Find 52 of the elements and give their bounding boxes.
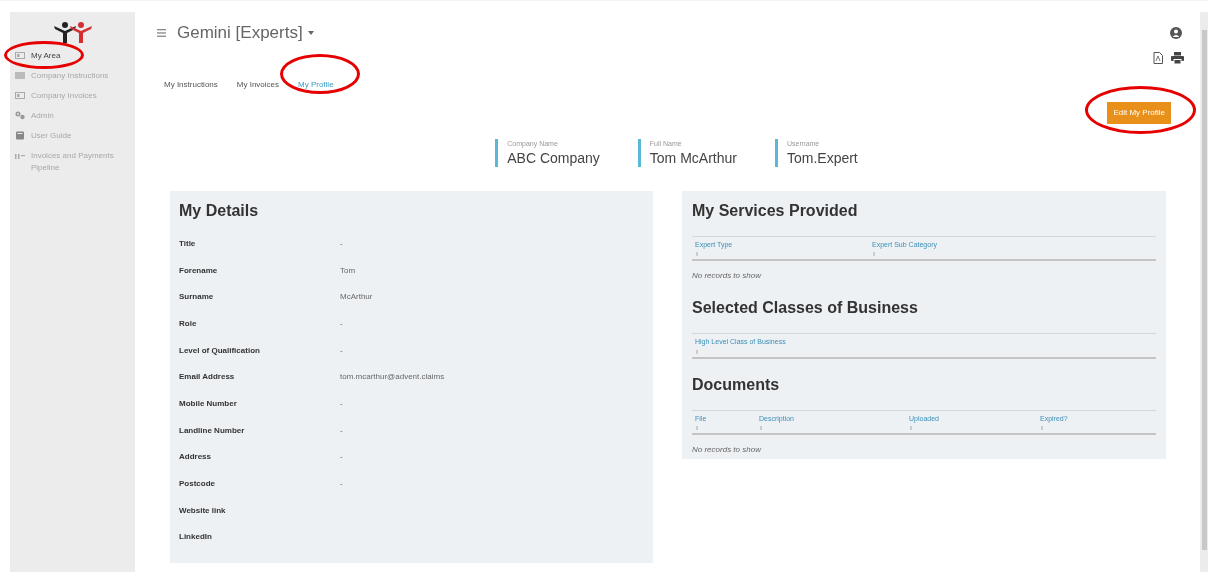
field-label: Level of Qualification [179, 344, 261, 357]
sidebar-item[interactable]: My Area [15, 50, 130, 62]
field-label: Address [179, 451, 212, 464]
field-value: - [340, 344, 343, 357]
field-value: - [340, 317, 343, 330]
field-value: - [340, 478, 343, 491]
field-value: ABC Company [507, 149, 600, 167]
sidebar-item[interactable]: Company Instructions [15, 70, 130, 82]
card-title: My Details [179, 200, 260, 221]
app-title[interactable]: Gemini [Experts] [177, 20, 303, 46]
field-value: McArthur [340, 291, 373, 304]
field-value: - [340, 451, 343, 464]
sidebar-item[interactable]: Admin [15, 110, 130, 122]
tab[interactable]: My Instructions [164, 80, 218, 89]
id-card-icon [15, 51, 25, 60]
field-label: Landline Number [179, 424, 246, 437]
logo-icon [52, 22, 93, 44]
field-label: Website link [179, 504, 227, 517]
field-label: Surname [179, 291, 215, 304]
field-label: Title [179, 237, 197, 250]
field-value: - [340, 397, 343, 410]
gears-icon [15, 111, 25, 120]
empty-message: No records to show [692, 444, 763, 456]
field-value: Tom.Expert [786, 149, 858, 167]
section-title: My Services Provided [692, 200, 859, 221]
section-title: Documents [692, 374, 781, 395]
menu-icon[interactable] [157, 29, 166, 37]
field-label: LinkedIn [179, 531, 213, 544]
empty-message: No records to show [692, 270, 763, 282]
field-label: Email Address [179, 371, 236, 384]
section-title: Selected Classes of Business [692, 298, 919, 318]
caret-icon[interactable] [307, 31, 314, 35]
user-icon[interactable] [1170, 27, 1182, 39]
field-value: Tom [340, 264, 356, 277]
field-label: Forename [179, 264, 219, 277]
field-value: tom.mcarthur@advent.claims [340, 371, 445, 384]
pdf-icon[interactable] [1153, 52, 1163, 64]
scrollbar[interactable] [1200, 12, 1208, 572]
list-icon [15, 71, 25, 80]
tab[interactable]: My Invoices [236, 80, 280, 89]
edit-profile-button[interactable]: Edit My Profile [1107, 102, 1171, 124]
field-value: - [340, 424, 343, 437]
field-value: Tom McArthur [649, 149, 737, 167]
field-label: Role [179, 317, 198, 330]
book-icon [15, 131, 25, 140]
field-label: Postcode [179, 478, 216, 491]
id-card-icon [15, 91, 25, 100]
print-icon[interactable] [1171, 52, 1184, 64]
list-icon [15, 151, 25, 160]
field-label: Mobile Number [179, 397, 238, 410]
tab[interactable]: My Profile [298, 80, 334, 89]
field-value: - [340, 237, 343, 250]
